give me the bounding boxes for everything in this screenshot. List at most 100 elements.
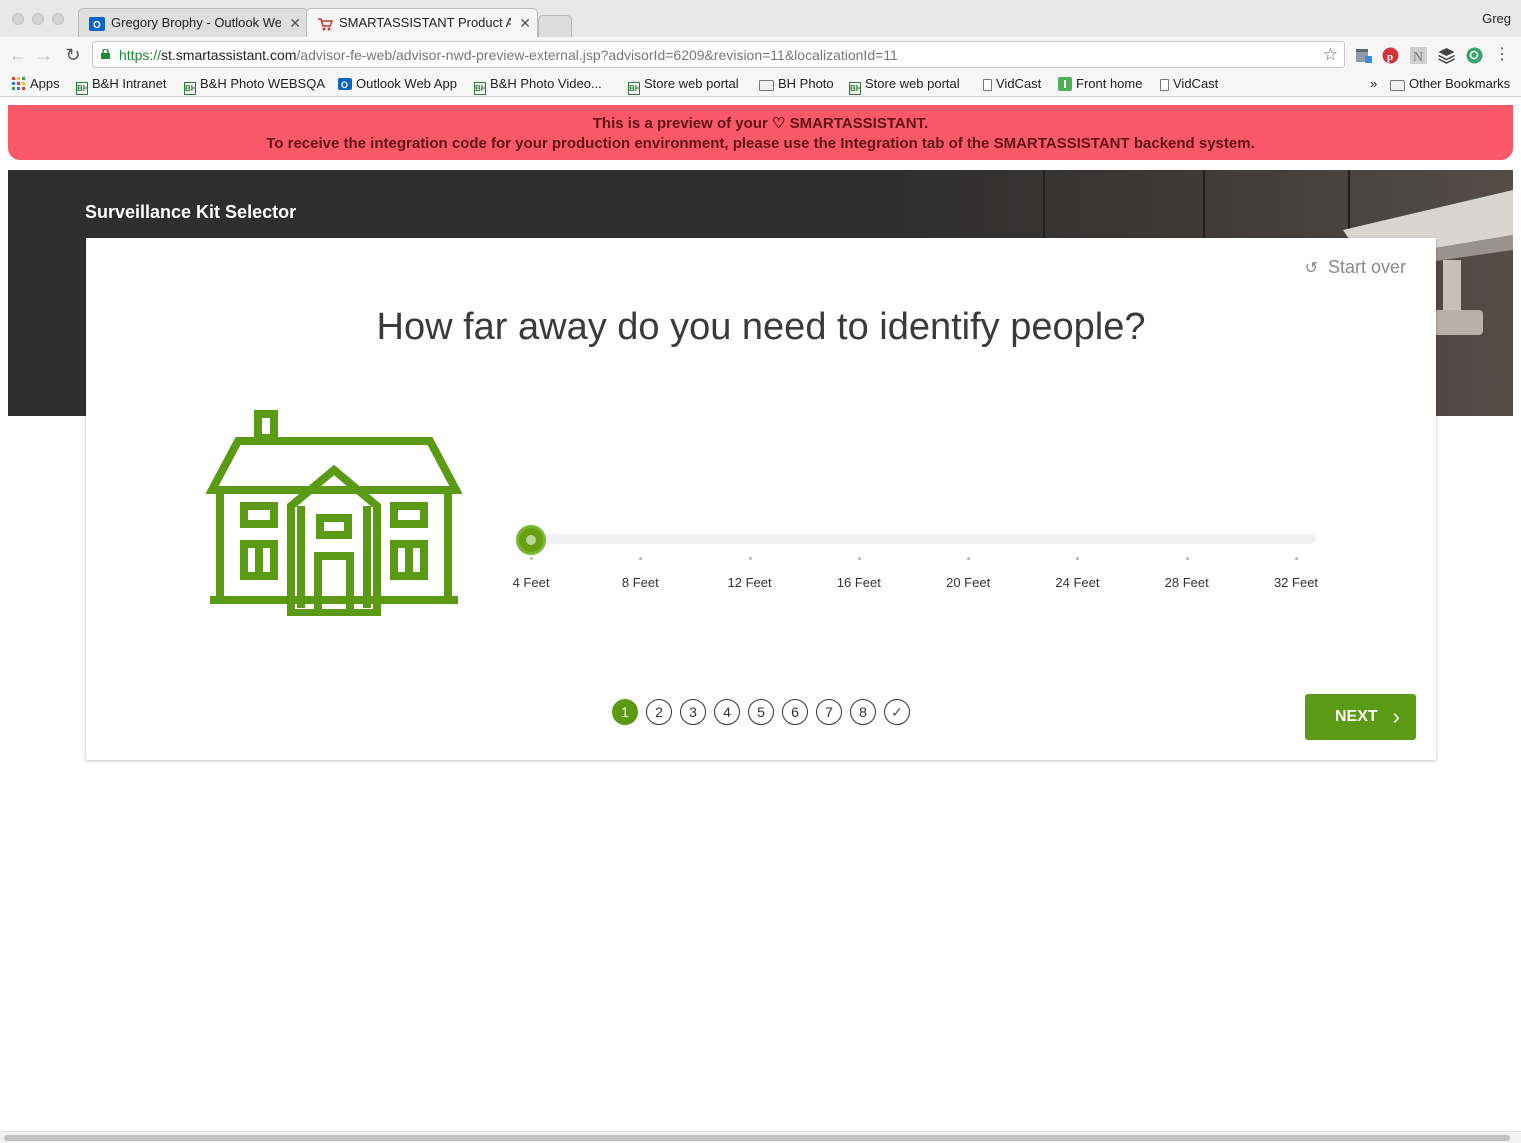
bookmark-vidcast[interactable]: VidCast: [983, 75, 1041, 93]
address-bar[interactable]: https://st.smartassistant.com/advisor-fe…: [92, 41, 1345, 68]
svg-text:N: N: [1413, 50, 1423, 64]
slider-option-label[interactable]: 20 Feet: [946, 575, 990, 590]
step-3[interactable]: 3: [680, 699, 706, 725]
svg-text:O: O: [341, 80, 348, 90]
slider-tick: [748, 557, 752, 560]
tab-title: Gregory Brophy - Outlook Web App: [111, 15, 281, 30]
step-2[interactable]: 2: [646, 699, 672, 725]
tab-close-icon[interactable]: ✕: [289, 9, 301, 37]
window-close-button[interactable]: [12, 13, 24, 25]
bookmark-apps[interactable]: Apps: [12, 75, 60, 93]
forward-arrow-icon[interactable]: →: [34, 45, 54, 65]
slider-handle[interactable]: [516, 525, 546, 555]
lock-icon: [101, 49, 110, 59]
next-button-label: NEXT: [1335, 708, 1378, 725]
new-tab-button[interactable]: [538, 15, 572, 37]
step-6[interactable]: 6: [782, 699, 808, 725]
apps-grid-icon: [12, 77, 25, 90]
browser-tab-outlook[interactable]: O Gregory Brophy - Outlook Web App ✕: [78, 8, 308, 37]
outlook-icon: O: [89, 17, 105, 31]
svg-text:O: O: [93, 20, 101, 31]
tab-title: SMARTASSISTANT Product Advisor: [339, 15, 511, 30]
bookmark-bh-websqa[interactable]: BH B&H Photo WEBSQA: [184, 75, 325, 95]
question-card: ↺ Start over How far away do you need to …: [86, 238, 1436, 760]
window-zoom-button[interactable]: [52, 13, 64, 25]
browser-menu-icon[interactable]: ⋮: [1492, 45, 1512, 65]
slider-option-label[interactable]: 24 Feet: [1055, 575, 1099, 590]
step-5[interactable]: 5: [748, 699, 774, 725]
bh-icon: BH: [628, 82, 641, 95]
profile-name[interactable]: Greg: [1482, 11, 1511, 26]
browser-tab-smartassistant[interactable]: SMARTASSISTANT Product Advisor ✕: [306, 8, 538, 37]
bookmark-store-web-portal-2[interactable]: BH Store web portal: [849, 75, 960, 95]
bookmark-other-bookmarks[interactable]: Other Bookmarks: [1390, 75, 1510, 93]
slider-tick: [857, 557, 861, 560]
bookmark-store-web-portal[interactable]: BH Store web portal: [628, 75, 739, 95]
bookmark-bh-photo-folder[interactable]: BH Photo: [759, 75, 834, 93]
layers-icon[interactable]: [1438, 47, 1455, 64]
next-button[interactable]: NEXT ›: [1305, 694, 1416, 740]
start-over-button[interactable]: ↺ Start over: [1305, 257, 1406, 278]
browser-toolbar: ← → ↻ https://st.smartassistant.com/advi…: [0, 37, 1521, 73]
chevron-right-icon: ›: [1392, 704, 1400, 729]
slider-tick: [530, 557, 533, 560]
bookmarks-overflow-chevron[interactable]: »: [1370, 75, 1377, 93]
bh-icon: BH: [184, 82, 197, 95]
browser-tab-strip: O Gregory Brophy - Outlook Web App ✕ SMA…: [0, 0, 1521, 37]
folder-icon: [759, 80, 774, 91]
page-icon: [983, 79, 992, 91]
slider-tick: [1295, 557, 1298, 560]
reload-icon[interactable]: ↻: [63, 45, 83, 65]
start-over-label: Start over: [1327, 257, 1406, 277]
slider-tick: [1185, 557, 1189, 560]
bookmark-bh-intranet[interactable]: BH B&H Intranet: [76, 75, 166, 95]
cart-icon: [318, 18, 333, 31]
house-icon: [206, 410, 462, 616]
horizontal-scrollbar[interactable]: [0, 1131, 1521, 1143]
bookmark-star-icon[interactable]: ☆: [1323, 45, 1338, 65]
folder-icon: [1390, 80, 1405, 91]
banner-line-1: This is a preview of your ♡ SMARTASSISTA…: [592, 115, 929, 132]
bh-icon: BH: [76, 82, 89, 95]
step-7[interactable]: 7: [816, 699, 842, 725]
extension-search-icon[interactable]: [1466, 47, 1483, 64]
hero-title: Surveillance Kit Selector: [85, 202, 297, 222]
tab-close-icon[interactable]: ✕: [519, 9, 531, 37]
back-arrow-icon[interactable]: ←: [8, 45, 28, 65]
page-icon: [1160, 79, 1169, 91]
slider-tick: [1076, 557, 1080, 560]
slider-option-label[interactable]: 16 Feet: [837, 575, 881, 590]
step-8[interactable]: 8: [850, 699, 876, 725]
step-1[interactable]: 1: [612, 699, 638, 725]
window-minimize-button[interactable]: [32, 13, 44, 25]
question-title: How far away do you need to identify peo…: [376, 306, 1146, 348]
bookmark-vidcast-2[interactable]: VidCast: [1160, 75, 1218, 93]
bookmarks-bar: Apps BH B&H Intranet BH B&H Photo WEBSQA O…: [0, 73, 1521, 97]
svg-text:p: p: [1387, 51, 1393, 63]
url-text: https://st.smartassistant.com/advisor-fe…: [119, 47, 898, 63]
restart-icon: ↺: [1304, 260, 1318, 277]
outlook-icon: O: [338, 78, 352, 90]
slider-option-label[interactable]: 12 Feet: [728, 575, 772, 590]
extension-n-icon[interactable]: N: [1410, 47, 1427, 64]
bookmark-bh-photo-video[interactable]: BH B&H Photo Video...: [474, 75, 602, 95]
slider-track[interactable]: [531, 534, 1316, 544]
slider-option-label[interactable]: 8 Feet: [622, 575, 659, 590]
checkmark-icon[interactable]: ✓: [884, 699, 910, 725]
bookmark-front-home[interactable]: Front home: [1058, 75, 1142, 93]
distance-slider[interactable]: 4 Feet 8 Feet 12 Feet 16 Feet 20 Feet 24 Feet…: [513, 525, 1318, 590]
banner-line-2: To receive the integration code for your…: [266, 135, 1255, 152]
extension-clapper-icon[interactable]: [1355, 47, 1372, 64]
slider-option-label[interactable]: 32 Feet: [1274, 575, 1318, 590]
bookmark-outlook[interactable]: O Outlook Web App: [338, 75, 457, 93]
bh-icon: BH: [474, 82, 487, 95]
slider-option-label[interactable]: 28 Feet: [1165, 575, 1209, 590]
pinterest-icon[interactable]: p: [1382, 47, 1399, 64]
slider-tick: [967, 557, 971, 560]
step-4[interactable]: 4: [714, 699, 740, 725]
bh-icon: BH: [849, 82, 862, 95]
scrollbar-thumb[interactable]: [4, 1135, 1510, 1141]
slider-option-label[interactable]: 4 Feet: [513, 575, 550, 590]
slider-tick: [639, 557, 643, 560]
green-badge-icon: [1058, 77, 1072, 91]
